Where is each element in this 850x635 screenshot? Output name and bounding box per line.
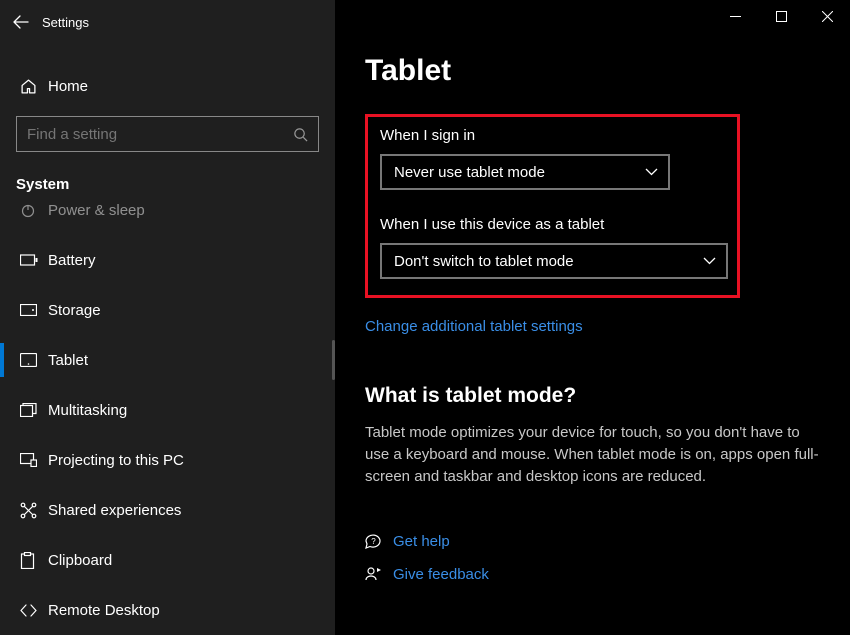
content: Tablet When I sign in Never use tablet m… — [335, 0, 850, 599]
sign-in-select[interactable]: Never use tablet mode — [380, 154, 670, 190]
close-icon — [822, 11, 833, 22]
back-button[interactable] — [0, 0, 42, 44]
chevron-down-icon — [645, 168, 658, 176]
device-value: Don't switch to tablet mode — [394, 253, 574, 270]
sidebar-home-label: Home — [48, 78, 88, 95]
search-box[interactable] — [16, 116, 319, 152]
sidebar-item-label: Clipboard — [48, 552, 112, 569]
window-controls — [712, 0, 850, 32]
maximize-icon — [776, 11, 787, 22]
sidebar-item-multitasking[interactable]: Multitasking — [0, 385, 335, 435]
maximize-button[interactable] — [758, 0, 804, 32]
what-is-heading: What is tablet mode? — [365, 384, 820, 408]
titlebar: Settings — [0, 0, 335, 44]
power-icon — [20, 202, 48, 218]
sidebar-item-remote-desktop[interactable]: Remote Desktop — [0, 585, 335, 635]
sidebar-item-label: Shared experiences — [48, 502, 181, 519]
projecting-icon — [20, 453, 48, 467]
storage-icon — [20, 304, 48, 316]
give-feedback-row[interactable]: Give feedback — [365, 566, 820, 583]
search-icon — [293, 127, 308, 142]
give-feedback-link[interactable]: Give feedback — [393, 566, 489, 583]
chevron-down-icon — [703, 257, 716, 265]
sidebar-item-label: Tablet — [48, 352, 88, 369]
search-input[interactable] — [27, 126, 293, 143]
help-icon: ? — [365, 533, 393, 550]
sidebar-nav: Power & sleep Battery Storage Tablet Mul… — [0, 207, 335, 635]
sidebar-item-battery[interactable]: Battery — [0, 235, 335, 285]
get-help-row[interactable]: ? Get help — [365, 533, 820, 550]
sidebar-item-label: Projecting to this PC — [48, 452, 184, 469]
sidebar-item-label: Power & sleep — [48, 202, 145, 219]
arrow-left-icon — [13, 14, 29, 30]
what-is-body: Tablet mode optimizes your device for to… — [365, 422, 820, 487]
battery-icon — [20, 254, 48, 266]
close-button[interactable] — [804, 0, 850, 32]
minimize-button[interactable] — [712, 0, 758, 32]
device-select[interactable]: Don't switch to tablet mode — [380, 243, 728, 279]
get-help-link[interactable]: Get help — [393, 533, 450, 550]
sidebar-item-label: Multitasking — [48, 402, 127, 419]
tablet-icon — [20, 353, 48, 367]
sign-in-value: Never use tablet mode — [394, 164, 545, 181]
main-panel: Tablet When I sign in Never use tablet m… — [335, 0, 850, 635]
minimize-icon — [730, 11, 741, 22]
home-icon — [20, 78, 48, 95]
window-title: Settings — [42, 15, 89, 30]
sign-in-label: When I sign in — [380, 127, 725, 144]
sidebar-item-storage[interactable]: Storage — [0, 285, 335, 335]
page-title: Tablet — [365, 54, 820, 88]
shared-icon — [20, 502, 48, 519]
additional-settings-link[interactable]: Change additional tablet settings — [365, 318, 583, 335]
sidebar-item-label: Remote Desktop — [48, 602, 160, 619]
sidebar-item-power-sleep[interactable]: Power & sleep — [0, 185, 335, 235]
feedback-icon — [365, 566, 393, 583]
device-label: When I use this device as a tablet — [380, 216, 725, 233]
multitasking-icon — [20, 403, 48, 417]
sidebar-item-tablet[interactable]: Tablet — [0, 335, 335, 385]
clipboard-icon — [20, 552, 48, 569]
sidebar-item-shared-experiences[interactable]: Shared experiences — [0, 485, 335, 535]
sidebar-item-projecting[interactable]: Projecting to this PC — [0, 435, 335, 485]
svg-text:?: ? — [371, 537, 376, 546]
sidebar-item-label: Battery — [48, 252, 96, 269]
sidebar-item-clipboard[interactable]: Clipboard — [0, 535, 335, 585]
highlight-box: When I sign in Never use tablet mode Whe… — [365, 114, 740, 298]
sidebar-item-label: Storage — [48, 302, 101, 319]
sidebar: Settings Home System Power & sleep Batte… — [0, 0, 335, 635]
remote-desktop-icon — [20, 603, 48, 618]
sidebar-home[interactable]: Home — [0, 64, 335, 108]
